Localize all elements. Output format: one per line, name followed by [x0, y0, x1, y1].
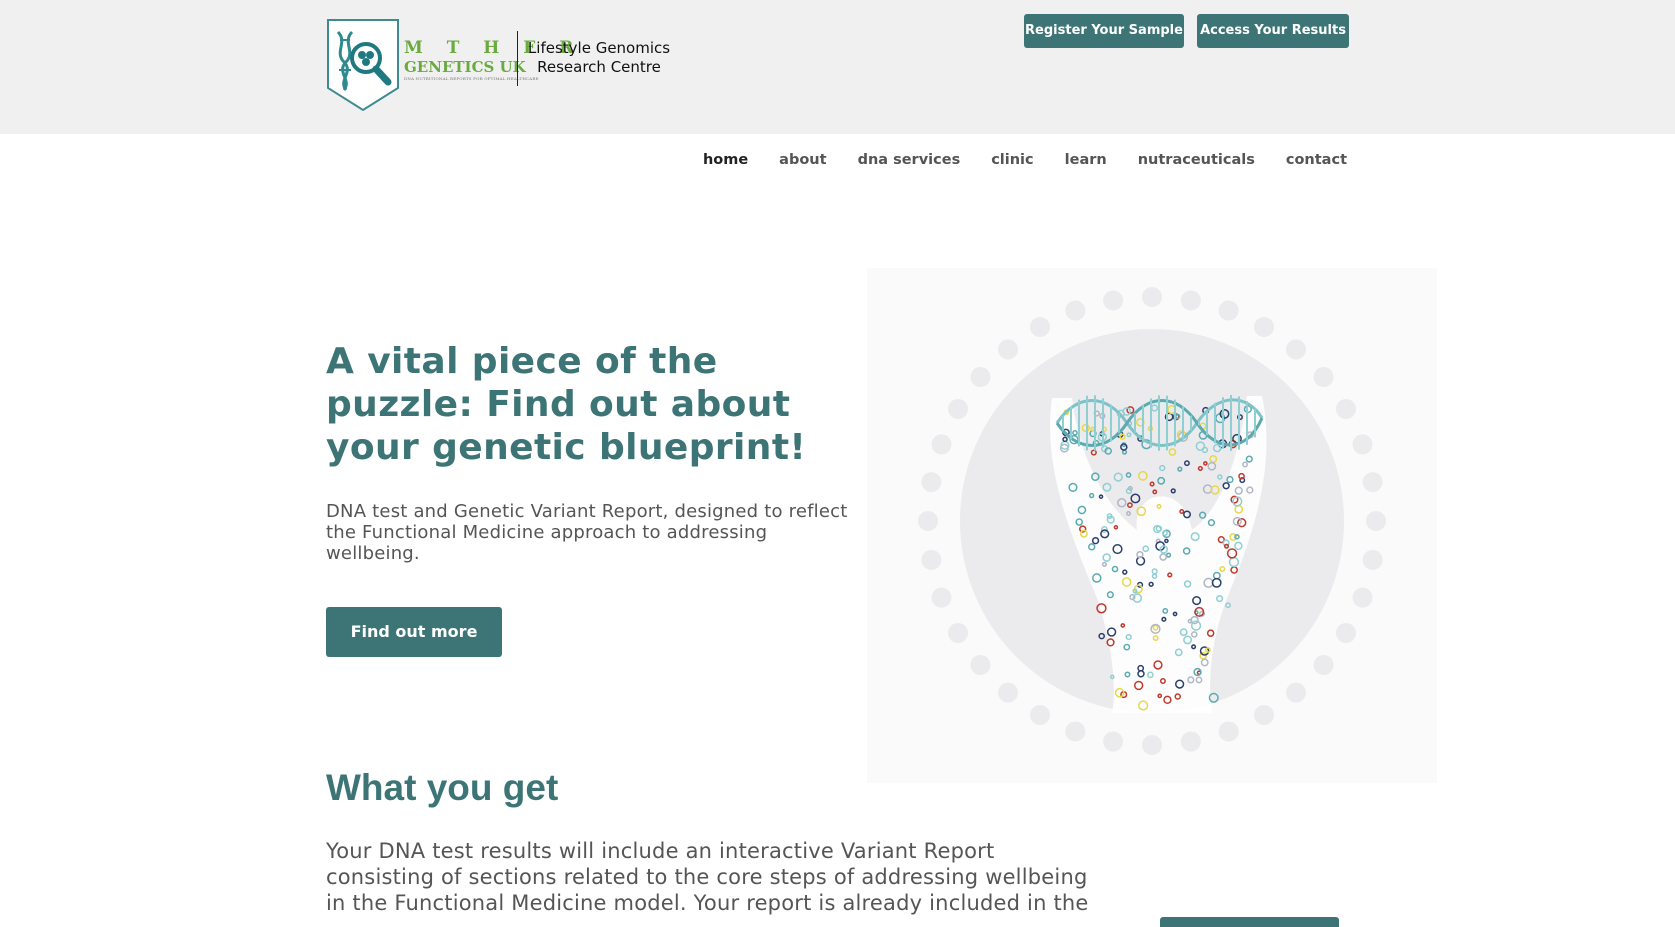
ring-dot	[1285, 339, 1306, 360]
what-you-get-title: What you get	[326, 767, 559, 808]
ring-dot	[1335, 399, 1356, 419]
ring-dot	[1362, 472, 1383, 493]
top-bar: M T H F R GENETICS UK DNA NUTRITIONAL RE…	[0, 0, 1675, 134]
ring-dot	[948, 623, 969, 643]
dna-human-figure-illustration	[867, 268, 1437, 783]
what-you-get-body: Your DNA test results will include an in…	[326, 839, 1089, 915]
ring-dot	[970, 654, 991, 675]
logo-brand-line2: GENETICS UK	[404, 58, 526, 76]
ring-dot	[1065, 300, 1086, 321]
hero-title: A vital piece of the puzzle: Find out ab…	[326, 341, 807, 468]
nav-item-contact[interactable]: contact	[1286, 152, 1347, 174]
ring-dot	[1030, 704, 1050, 725]
ring-dot	[921, 472, 942, 493]
nav-item-dna-services[interactable]: dna services	[858, 152, 961, 174]
main-nav: home about dna services clinic learn nut…	[672, 152, 1347, 174]
ring-dot	[998, 339, 1019, 360]
nav-item-nutraceuticals[interactable]: nutraceuticals	[1138, 152, 1255, 174]
logo-right-line1: Lifestyle Genomics	[527, 39, 671, 57]
nav-item-about[interactable]: about	[779, 152, 826, 174]
site-logo[interactable]: M T H F R GENETICS UK DNA NUTRITIONAL RE…	[326, 18, 670, 114]
side-button[interactable]	[1160, 917, 1339, 927]
ring-dot	[1142, 735, 1162, 755]
logo-divider	[517, 31, 518, 86]
hero-subtitle: DNA test and Genetic Variant Report, des…	[326, 501, 848, 564]
ring-dot	[931, 434, 952, 455]
ring-dot	[1254, 317, 1274, 338]
ring-dot	[1065, 721, 1086, 742]
ring-dot	[1313, 367, 1334, 388]
find-out-more-button[interactable]: Find out more	[326, 607, 502, 657]
logo-right-text: Lifestyle Genomics Research Centre	[524, 39, 674, 77]
ring-dot	[1362, 549, 1383, 570]
ring-dot	[998, 682, 1019, 703]
ring-dot	[1254, 704, 1274, 725]
ring-dot	[921, 549, 942, 570]
ring-dot	[1142, 287, 1162, 307]
ring-dot	[1218, 300, 1239, 321]
ring-dot	[1313, 654, 1334, 675]
logo-tagline: DNA NUTRITIONAL REPORTS FOR OPTIMAL HEAL…	[404, 76, 539, 81]
ring-dot	[948, 399, 969, 419]
ring-dot	[1180, 731, 1201, 752]
nav-item-home[interactable]: home	[703, 152, 748, 174]
ring-dot	[970, 367, 991, 388]
ring-dot	[1352, 587, 1373, 608]
ring-dot	[1352, 434, 1373, 455]
ring-dot	[1030, 317, 1050, 338]
nav-item-clinic[interactable]: clinic	[991, 152, 1033, 174]
access-results-button[interactable]: Access Your Results	[1197, 14, 1349, 48]
dna-magnifier-shield-icon	[327, 19, 399, 112]
ring-dot	[1285, 682, 1306, 703]
ring-dot	[1180, 290, 1201, 311]
ring-dot	[1103, 290, 1124, 311]
ring-dot	[1103, 731, 1124, 752]
ring-dot	[931, 587, 952, 608]
ring-dot	[918, 511, 938, 531]
nav-item-learn[interactable]: learn	[1065, 152, 1107, 174]
ring-dot	[1218, 721, 1239, 742]
logo-right-line2: Research Centre	[537, 58, 661, 76]
ring-dot	[1335, 623, 1356, 643]
ring-dot	[1366, 511, 1386, 531]
register-sample-button[interactable]: Register Your Sample	[1024, 14, 1184, 48]
